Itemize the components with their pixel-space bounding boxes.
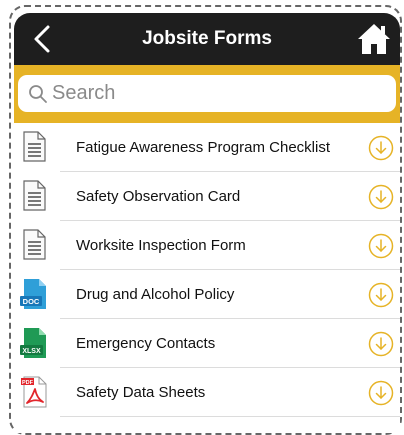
- download-circle-icon[interactable]: [368, 184, 394, 210]
- list-item-drug-alcohol-policy[interactable]: DOC Drug and Alcohol Policy: [14, 270, 400, 319]
- back-button[interactable]: [30, 24, 56, 54]
- page-title: Jobsite Forms: [142, 28, 272, 49]
- xlsx-badge: XLSX: [22, 348, 41, 355]
- list-item-label: Emergency Contacts: [76, 335, 216, 352]
- form-document-icon: [23, 229, 46, 260]
- list-item-worksite-inspection[interactable]: Worksite Inspection Form: [14, 221, 400, 270]
- search-icon: [29, 84, 47, 103]
- doc-badge: DOC: [23, 297, 40, 306]
- download-circle-icon[interactable]: [368, 331, 394, 357]
- chevron-left-icon: [34, 25, 50, 53]
- home-icon: [358, 24, 390, 54]
- doc-file-icon: DOC: [20, 279, 46, 309]
- download-circle-icon[interactable]: [368, 233, 394, 259]
- list-item-fatigue-checklist[interactable]: Fatigue Awareness Program Checklist: [14, 123, 400, 172]
- download-circle-icon[interactable]: [368, 282, 394, 308]
- list-item-label: Worksite Inspection Form: [76, 237, 246, 254]
- list-item-emergency-contacts[interactable]: XLSX Emergency Contacts: [14, 319, 400, 368]
- nav-header: Jobsite Forms: [14, 13, 400, 65]
- pdf-badge: PDF: [22, 380, 34, 386]
- download-circle-icon[interactable]: [368, 380, 394, 406]
- forms-list: Fatigue Awareness Program Checklist Safe…: [14, 123, 400, 417]
- list-item-safety-data-sheets[interactable]: PDF Safety Data Sheets: [14, 368, 400, 417]
- list-item-label: Drug and Alcohol Policy: [76, 286, 235, 303]
- home-button[interactable]: [356, 22, 392, 56]
- search-bar: [14, 65, 400, 123]
- search-field[interactable]: [18, 75, 396, 112]
- list-item-label: Safety Observation Card: [76, 188, 241, 205]
- download-circle-icon[interactable]: [368, 135, 394, 161]
- form-document-icon: [23, 180, 46, 211]
- form-document-icon: [23, 131, 46, 162]
- list-item-label: Fatigue Awareness Program Checklist: [76, 139, 331, 156]
- list-item-label: Safety Data Sheets: [76, 384, 206, 401]
- list-item-safety-observation[interactable]: Safety Observation Card: [14, 172, 400, 221]
- app-screen: Jobsite Forms F: [14, 13, 400, 433]
- xlsx-file-icon: XLSX: [20, 328, 46, 358]
- pdf-file-icon: PDF: [21, 376, 47, 408]
- search-input[interactable]: [52, 82, 352, 105]
